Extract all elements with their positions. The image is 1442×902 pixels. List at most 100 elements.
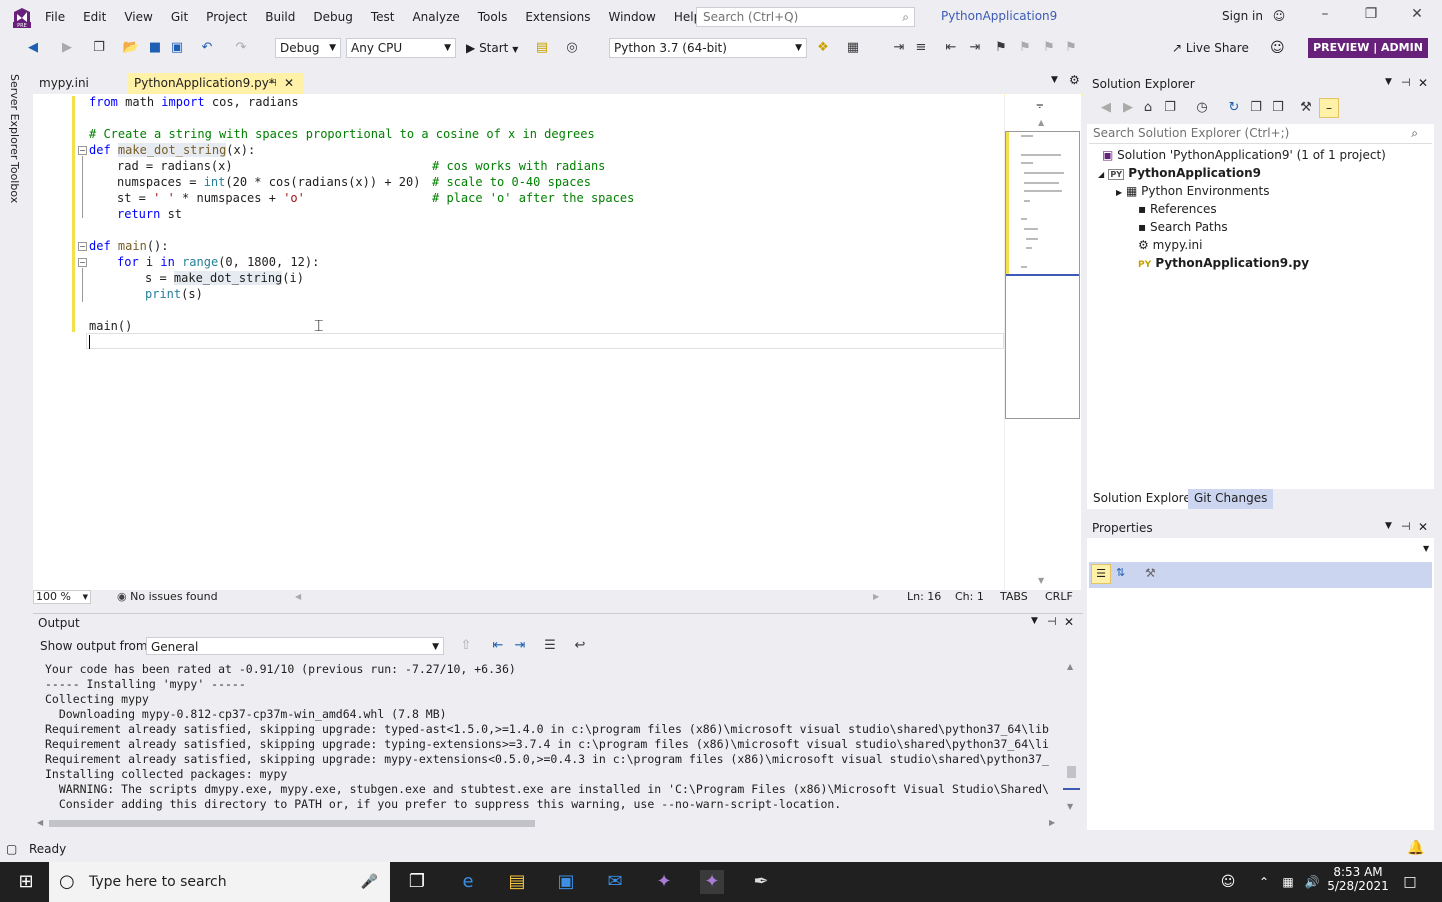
- sign-in-link[interactable]: Sign in ☺: [1222, 9, 1285, 23]
- scroll-down-icon[interactable]: ▼: [1067, 802, 1073, 811]
- categorized-icon[interactable]: ☰: [1091, 564, 1111, 584]
- menu-extensions[interactable]: Extensions: [516, 0, 599, 34]
- restore-icon[interactable]: ❐: [1358, 6, 1384, 28]
- wrench-icon[interactable]: ⚒: [1297, 99, 1315, 117]
- line-number[interactable]: Ln: 16: [907, 590, 941, 604]
- action-center-icon[interactable]: □: [1398, 870, 1422, 894]
- scroll-up-icon[interactable]: ▲: [1038, 118, 1044, 127]
- collapse-icon[interactable]: −: [78, 146, 87, 155]
- configuration-dropdown[interactable]: Debug ▼: [275, 38, 341, 58]
- pin-icon[interactable]: ⊣: [1401, 76, 1411, 89]
- redo-icon[interactable]: ↷: [232, 39, 250, 57]
- tab-solution-explorer[interactable]: Solution Explorer: [1087, 489, 1202, 509]
- open-file-icon[interactable]: 📂: [122, 39, 140, 57]
- chevron-down-icon[interactable]: ▼: [1031, 616, 1038, 626]
- scroll-down-icon[interactable]: ▼: [1038, 576, 1044, 585]
- new-project-icon[interactable]: ❐: [90, 39, 108, 57]
- microphone-icon[interactable]: 🎤: [361, 862, 378, 902]
- bookmark-prev-icon[interactable]: ⚑: [1016, 39, 1034, 57]
- find-message-icon[interactable]: ⇧: [457, 637, 475, 655]
- close-icon[interactable]: ✕: [1418, 520, 1428, 534]
- menu-debug[interactable]: Debug: [304, 0, 361, 34]
- scrollbar-thumb[interactable]: [49, 820, 535, 827]
- save-icon[interactable]: ■: [146, 39, 164, 57]
- bookmark-next-icon[interactable]: ⚑: [1040, 39, 1058, 57]
- close-icon[interactable]: ✕: [1064, 615, 1074, 629]
- tab-pythonapplication9-py[interactable]: PythonApplication9.py* ⊣ ✕: [128, 73, 303, 94]
- chevron-down-icon[interactable]: ▼: [1051, 75, 1058, 85]
- refresh-icon[interactable]: ↻: [1225, 99, 1243, 117]
- forward-icon[interactable]: ▶: [58, 39, 76, 57]
- windows-start-icon[interactable]: ⊞: [14, 870, 38, 894]
- preview-selected-icon[interactable]: –: [1319, 98, 1339, 118]
- close-icon[interactable]: ✕: [1418, 76, 1428, 90]
- back-icon[interactable]: ◀: [24, 39, 42, 57]
- columns-icon[interactable]: ≡: [912, 39, 930, 57]
- minimize-icon[interactable]: –: [1312, 6, 1338, 28]
- toolbox-tab[interactable]: Toolbox: [8, 162, 21, 203]
- wrench-icon[interactable]: ⚒: [1145, 566, 1156, 580]
- visual-studio-logo-icon[interactable]: PRE: [11, 6, 33, 28]
- search-input[interactable]: Search (Ctrl+Q) ⌕: [696, 7, 915, 27]
- pin-icon[interactable]: ⊣: [268, 73, 277, 94]
- indent-mode[interactable]: TABS: [1000, 590, 1028, 604]
- scroll-right-icon[interactable]: ▶: [873, 590, 879, 604]
- menu-view[interactable]: View: [115, 0, 161, 34]
- tree-item-references[interactable]: ▪ References: [1138, 202, 1217, 216]
- layout-icon[interactable]: ▦: [844, 39, 862, 57]
- save-all-icon[interactable]: ▣: [168, 39, 186, 57]
- issues-indicator[interactable]: ◉ No issues found: [117, 590, 218, 604]
- environment-icon[interactable]: ❖: [814, 39, 832, 57]
- people-icon[interactable]: ☺: [1216, 870, 1240, 894]
- paint-icon[interactable]: ✒: [749, 870, 773, 894]
- folder-icon[interactable]: ▤: [533, 39, 551, 57]
- indent-icon[interactable]: ⇤: [942, 39, 960, 57]
- show-all-files-icon[interactable]: ❒: [1269, 99, 1287, 117]
- collapse-icon[interactable]: −: [78, 258, 87, 267]
- edge-icon[interactable]: e: [456, 870, 480, 894]
- menu-git[interactable]: Git: [162, 0, 197, 34]
- output-vertical-scrollbar[interactable]: ▲ ▼: [1063, 660, 1080, 815]
- gear-icon[interactable]: ⚙: [1069, 73, 1080, 87]
- mail-icon[interactable]: ✉: [603, 870, 627, 894]
- visual-studio-preview-icon[interactable]: ✦: [700, 870, 724, 894]
- split-icon[interactable]: ⨪: [1036, 97, 1044, 112]
- tree-item-python-file[interactable]: PY PythonApplication9.py: [1138, 256, 1309, 270]
- scroll-right-icon[interactable]: ▶: [1049, 818, 1055, 827]
- undo-icon[interactable]: ↶: [198, 39, 216, 57]
- tree-item-search-paths[interactable]: ▪ Search Paths: [1138, 220, 1228, 234]
- close-icon[interactable]: ✕: [284, 73, 294, 94]
- tree-item-python-environments[interactable]: ▶ ▦ Python Environments: [1116, 184, 1269, 198]
- word-wrap-icon[interactable]: ↩: [571, 637, 589, 655]
- menu-file[interactable]: File: [36, 0, 74, 34]
- pin-icon[interactable]: ⊣: [1401, 520, 1411, 533]
- menu-build[interactable]: Build: [256, 0, 304, 34]
- preview-admin-badge[interactable]: PREVIEW | ADMIN: [1308, 38, 1428, 58]
- chevron-up-icon[interactable]: ⌃: [1252, 870, 1276, 894]
- menu-project[interactable]: Project: [197, 0, 256, 34]
- notification-bell-icon[interactable]: 🔔: [1407, 840, 1424, 856]
- tree-item-solution[interactable]: ▣ Solution 'PythonApplication9' (1 of 1 …: [1102, 148, 1386, 162]
- store-icon[interactable]: ▣: [554, 870, 578, 894]
- bookmark-clear-icon[interactable]: ⚑: [1062, 39, 1080, 57]
- menu-edit[interactable]: Edit: [74, 0, 115, 34]
- scroll-left-icon[interactable]: ◀: [295, 590, 301, 604]
- outdent-icon[interactable]: ⇥: [966, 39, 984, 57]
- feedback-icon[interactable]: ☺: [1270, 40, 1285, 56]
- solution-search-input[interactable]: Search Solution Explorer (Ctrl+;) ⌕: [1089, 124, 1432, 144]
- tab-mypy-ini[interactable]: mypy.ini: [33, 73, 128, 94]
- live-share-button[interactable]: ↗ Live Share: [1172, 41, 1249, 55]
- line-ending[interactable]: CRLF: [1045, 590, 1073, 604]
- file-explorer-icon[interactable]: ▤: [505, 870, 529, 894]
- pin-icon[interactable]: ⊣: [1047, 615, 1057, 628]
- menu-tools[interactable]: Tools: [469, 0, 517, 34]
- column-number[interactable]: Ch: 1: [955, 590, 984, 604]
- output-text[interactable]: Your code has been rated at -0.91/10 (pr…: [33, 660, 1063, 815]
- close-icon[interactable]: ✕: [1404, 6, 1430, 28]
- visual-studio-icon[interactable]: ✦: [652, 870, 676, 894]
- taskbar-search-input[interactable]: ○ Type here to search 🎤: [49, 862, 390, 902]
- task-view-icon[interactable]: ❐: [405, 870, 429, 894]
- scroll-left-icon[interactable]: ◀: [37, 818, 43, 827]
- camera-icon[interactable]: ◎: [563, 39, 581, 57]
- start-button[interactable]: ▶ Start ▼: [466, 38, 518, 58]
